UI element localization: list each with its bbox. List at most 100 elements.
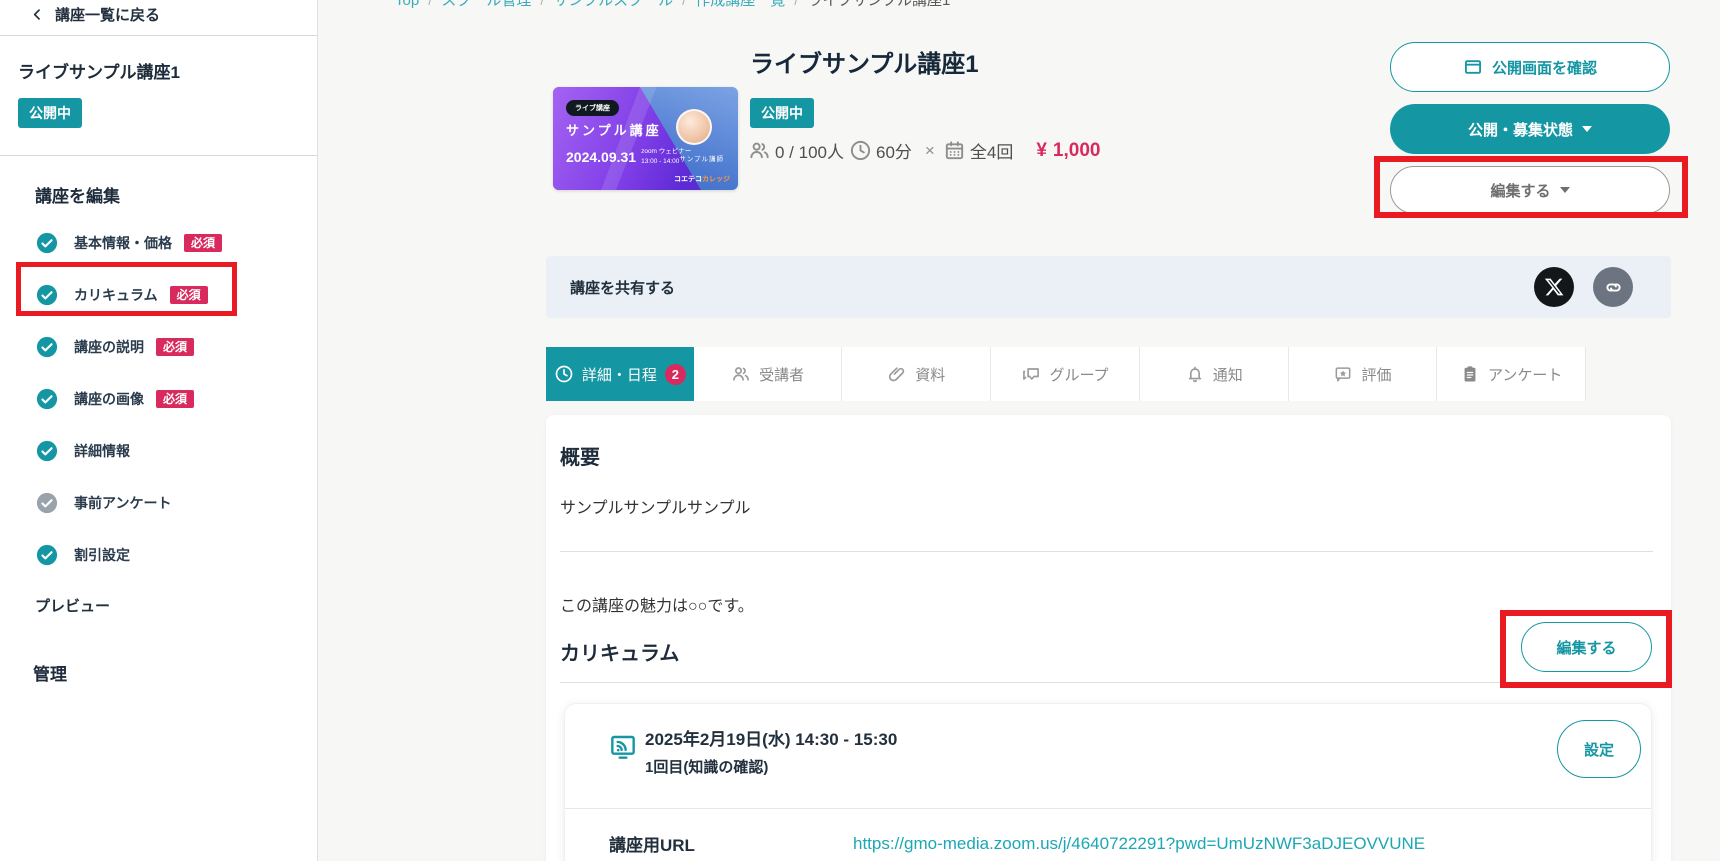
x-logo-icon [1544,277,1564,297]
copy-link-button[interactable] [1593,267,1633,307]
course-url-row: 講座用URL https://gmo-media.zoom.us/j/46407… [565,808,1651,861]
thumbnail-type-badge: ライブ講座 [566,100,619,116]
sidebar-item-pre-survey[interactable]: 事前アンケート [0,477,317,529]
sidebar-item-label: カリキュラム [74,285,158,305]
tab-notifications[interactable]: 通知 [1140,347,1289,401]
publish-status-label: 公開・募集状態 [1468,119,1573,140]
overview-text: サンプルサンプルサンプル [560,494,751,518]
session-datetime: 2025年2月19日(水) 14:30 - 15:30 [645,725,897,750]
divider [560,682,1653,683]
bell-icon [1185,364,1205,384]
required-badge: 必須 [184,234,222,252]
tab-students[interactable]: 受講者 [694,347,843,401]
required-badge: 必須 [156,390,194,408]
sidebar-item-preview[interactable]: プレビュー [35,595,317,616]
share-label: 講座を共有する [570,277,675,298]
tab-surveys[interactable]: アンケート [1437,347,1586,401]
instructor-avatar [676,109,712,145]
caret-down-icon [1582,126,1592,132]
clock-icon [554,364,574,384]
breadcrumb-link[interactable]: サンプルスクール [554,0,674,9]
breadcrumb-current: ライブサンプル講座1 [807,0,950,9]
preview-public-page-button[interactable]: 公開画面を確認 [1390,42,1670,92]
check-circle-icon [36,284,58,306]
header-status-badge-wrap: 公開中 [750,98,814,128]
required-badge: 必須 [156,338,194,356]
course-thumbnail: ライブ講座 サンプル講座 2024.09.31 zoom ウェビナー 13:00… [553,87,738,190]
course-url-label: 講座用URL [609,831,853,856]
curriculum-heading: カリキュラム [560,637,679,666]
multiply-sign: × [925,141,935,161]
people-icon [748,139,771,162]
breadcrumb-link[interactable]: 作成講座一覧 [695,0,785,9]
sidebar-item-label: 講座の画像 [74,389,144,409]
sidebar-status-badge: 公開中 [18,98,82,128]
back-to-course-list-link[interactable]: 講座一覧に戻る [0,0,317,36]
breadcrumb-link[interactable]: スクール管理 [441,0,531,9]
calendar-icon [943,139,966,162]
currency-symbol: ¥ [1036,140,1047,162]
session-title: 1回目(知識の確認) [645,756,897,777]
thumbnail-title: サンプル講座 [566,120,662,139]
details-panel: 概要 サンプルサンプルサンプル この講座の魅力は○○です。 カリキュラム 編集す… [546,415,1671,861]
clock-icon [849,139,872,162]
people-icon [731,364,751,384]
sessions-value: 全4回 [970,138,1013,163]
sidebar-section-edit-heading: 講座を編集 [35,182,317,207]
sidebar-item-label: 割引設定 [74,545,130,565]
check-circle-icon [36,336,58,358]
sidebar-item-label: 基本情報・価格 [74,233,172,253]
course-url-link[interactable]: https://gmo-media.zoom.us/j/4640722291?p… [853,834,1425,854]
thumbnail-date: 2024.09.31 [566,149,636,165]
share-x-button[interactable] [1534,267,1574,307]
sidebar-item-discount-settings[interactable]: 割引設定 [0,529,317,581]
app-screen: 講座一覧に戻る ライブサンプル講座1 公開中 講座を編集 基本情報・価格 必須 … [0,0,1720,861]
thumbnail-instructor: サンプル講師 [679,153,724,163]
sidebar-item-label: 詳細情報 [74,441,130,461]
sidebar-item-basic-info-price[interactable]: 基本情報・価格 必須 [0,217,317,269]
sidebar-item-course-description[interactable]: 講座の説明 必須 [0,321,317,373]
sidebar-section-manage[interactable]: 管理 [33,660,317,685]
sidebar-item-detail-info[interactable]: 詳細情報 [0,425,317,477]
tab-label: アンケート [1488,364,1562,385]
tab-materials[interactable]: 資料 [842,347,991,401]
tab-label: 資料 [915,364,945,385]
sidebar-course-title: ライブサンプル講座1 [18,58,299,83]
link-icon [1603,277,1624,298]
thumbnail-logo: コエテコカレッジ [674,174,730,184]
window-icon [1463,57,1483,77]
session-card: 2025年2月19日(水) 14:30 - 15:30 1回目(知識の確認) 設… [564,703,1652,861]
sidebar-course-block: ライブサンプル講座1 公開中 [0,36,317,156]
sidebar-item-label: 講座の説明 [74,337,144,357]
tab-label: 受講者 [759,364,804,385]
caret-down-icon [1560,187,1570,193]
capacity-value: 0 / 100人 [775,138,844,163]
sidebar-item-course-image[interactable]: 講座の画像 必須 [0,373,317,425]
edit-course-button[interactable]: 編集する [1390,166,1670,214]
back-label: 講座一覧に戻る [55,4,160,25]
sidebar-nav: 基本情報・価格 必須 カリキュラム 必須 講座の説明 必須 講座の画像 必須 詳… [0,217,317,581]
sidebar-item-label: 事前アンケート [74,493,171,513]
edit-curriculum-button[interactable]: 編集する [1521,622,1652,672]
breadcrumb-separator: / [794,0,798,9]
tab-reviews[interactable]: 評価 [1289,347,1438,401]
tab-label: 通知 [1213,364,1243,385]
breadcrumb-link[interactable]: Top [395,0,419,9]
publish-status-button[interactable]: 公開・募集状態 [1390,104,1670,154]
tab-label: グループ [1049,364,1108,385]
chevron-left-icon [30,7,45,22]
session-texts: 2025年2月19日(水) 14:30 - 15:30 1回目(知識の確認) [645,725,897,777]
divider [560,551,1653,552]
live-stream-icon [607,731,639,763]
required-badge: 必須 [170,286,208,304]
course-stats: 0 / 100人 60分 × 全4回 ¥ 1,000 [748,138,1100,163]
chat-bubbles-icon [1021,364,1041,384]
check-circle-icon [36,388,58,410]
sidebar-item-curriculum[interactable]: カリキュラム 必須 [0,269,317,321]
session-settings-button[interactable]: 設定 [1557,720,1641,778]
course-tabs: 詳細・日程 2 受講者 資料 グループ 通知 評価 アンケート [546,347,1586,401]
tab-groups[interactable]: グループ [991,347,1140,401]
tab-details-schedule[interactable]: 詳細・日程 2 [546,347,694,401]
header-actions: 公開画面を確認 公開・募集状態 編集する [1390,42,1670,214]
duration-value: 60分 [876,138,912,163]
